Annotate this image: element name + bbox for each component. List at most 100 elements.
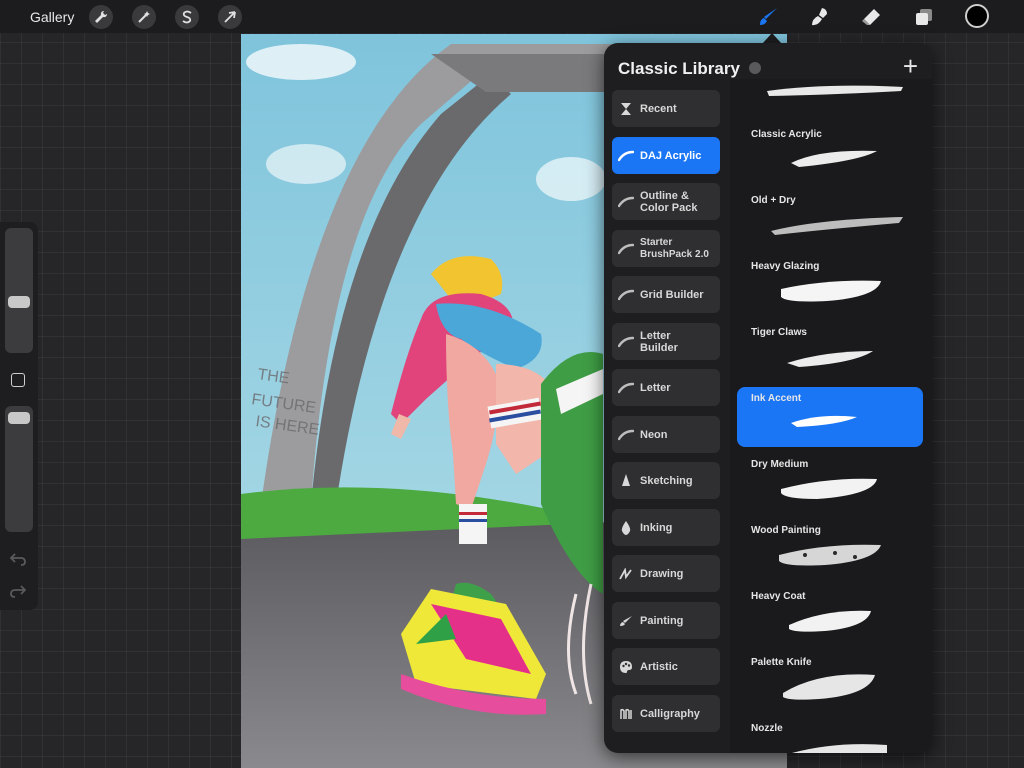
brush-size-thumb[interactable] xyxy=(8,296,30,308)
eraser-icon xyxy=(862,9,880,25)
set-label: Calligraphy xyxy=(640,707,700,720)
smudge-icon xyxy=(812,8,827,26)
color-swatch[interactable] xyxy=(965,4,989,28)
selection-button[interactable] xyxy=(175,5,199,29)
brush-stroke-icon xyxy=(618,196,634,207)
modify-button[interactable] xyxy=(11,373,25,387)
brush-stroke-preview xyxy=(771,217,903,235)
brush-stroke-icon xyxy=(618,243,634,254)
set-label: Sketching xyxy=(640,474,693,487)
set-label: Letter Builder xyxy=(640,329,678,354)
brush-name: Wood Painting xyxy=(751,525,821,536)
set-label: Letter xyxy=(640,381,671,394)
brush-stroke-preview xyxy=(787,351,873,367)
brush-stroke-preview xyxy=(783,674,875,700)
set-label: Grid Builder xyxy=(640,288,704,301)
set-label: Painting xyxy=(640,614,684,627)
set-item-sketching[interactable]: Sketching xyxy=(612,462,720,499)
magic-wand-icon xyxy=(138,11,150,23)
undo-button[interactable] xyxy=(9,552,26,570)
transform-button[interactable] xyxy=(218,5,242,29)
brush-item-palette-knife[interactable]: Palette Knife xyxy=(737,651,923,711)
ink-drop-icon xyxy=(621,520,631,535)
set-item-daj-acrylic[interactable]: DAJ Acrylic xyxy=(612,137,720,174)
brush-tool-button[interactable] xyxy=(755,4,781,30)
layers-icon xyxy=(916,9,932,25)
wrench-icon xyxy=(95,10,108,23)
arrow-cursor-icon xyxy=(224,11,236,23)
eraser-tool-button[interactable] xyxy=(858,4,884,30)
redo-icon xyxy=(10,585,27,598)
set-item-outline-color-pack[interactable]: Outline & Color Pack xyxy=(612,183,720,220)
palette-icon xyxy=(620,660,632,673)
opacity-slider[interactable] xyxy=(5,406,33,532)
brush-stroke-icon xyxy=(618,429,634,440)
set-label: Starter BrushPack 2.0 xyxy=(640,236,709,260)
brush-item-dry-medium[interactable]: Dry Medium xyxy=(737,453,923,513)
brush-name: Classic Acrylic xyxy=(751,129,822,140)
brush-name: Ink Accent xyxy=(751,393,802,404)
hourglass-icon xyxy=(621,102,631,115)
brush-library-panel: Classic Library + Recent DAJ Acrylic Out… xyxy=(604,43,932,753)
set-item-painting[interactable]: Painting xyxy=(612,602,720,639)
set-label: Artistic xyxy=(640,660,678,673)
set-item-letter-builder[interactable]: Letter Builder xyxy=(612,323,720,360)
brush-stroke-preview xyxy=(767,85,903,96)
set-item-calligraphy[interactable]: Calligraphy xyxy=(612,695,720,732)
brush-item-old-dry[interactable]: Old + Dry xyxy=(737,189,923,249)
set-label: Outline & Color Pack xyxy=(640,189,698,214)
brush-name: Palette Knife xyxy=(751,657,812,668)
brush-item[interactable] xyxy=(737,57,923,117)
brush-item-heavy-coat[interactable]: Heavy Coat xyxy=(737,585,923,645)
brush-name: Heavy Glazing xyxy=(751,261,820,272)
set-label: Recent xyxy=(640,102,677,115)
paint-brush-icon xyxy=(620,615,632,626)
brush-stroke-preview xyxy=(791,150,877,167)
actions-button[interactable] xyxy=(89,5,113,29)
brush-stroke-preview xyxy=(781,280,881,302)
set-item-drawing[interactable]: Drawing xyxy=(612,555,720,592)
brush-item-tiger-claws[interactable]: Tiger Claws xyxy=(737,321,923,381)
brushes-list: Classic Acrylic Old + Dry Heavy Glazing … xyxy=(730,79,932,753)
brush-item-wood-painting[interactable]: Wood Painting xyxy=(737,519,923,579)
brush-item-classic-acrylic[interactable]: Classic Acrylic xyxy=(737,123,923,183)
brush-name: Tiger Claws xyxy=(751,327,807,338)
set-label: Drawing xyxy=(640,567,684,580)
brush-stroke-icon xyxy=(618,336,634,347)
library-title: Classic Library xyxy=(618,59,740,78)
brush-name: Nozzle xyxy=(751,723,783,734)
squiggle-icon xyxy=(619,567,632,579)
set-item-neon[interactable]: Neon xyxy=(612,416,720,453)
redo-button[interactable] xyxy=(10,584,27,602)
pencil-tip-icon xyxy=(622,473,630,486)
set-item-artistic[interactable]: Artistic xyxy=(612,648,720,685)
brush-item-heavy-glazing[interactable]: Heavy Glazing xyxy=(737,255,923,315)
set-item-grid-builder[interactable]: Grid Builder xyxy=(612,276,720,313)
set-label: Inking xyxy=(640,521,673,534)
set-label: Neon xyxy=(640,428,668,441)
undo-icon xyxy=(9,553,26,566)
layers-button[interactable] xyxy=(911,4,937,30)
selection-s-icon xyxy=(182,10,192,24)
brush-name: Old + Dry xyxy=(751,195,796,206)
gallery-button[interactable]: Gallery xyxy=(30,9,74,25)
opacity-thumb[interactable] xyxy=(8,412,30,424)
adjustments-button[interactable] xyxy=(132,5,156,29)
brush-stroke-icon xyxy=(618,150,634,161)
brush-item-ink-accent[interactable]: Ink Accent xyxy=(737,387,923,447)
set-item-recent[interactable]: Recent xyxy=(612,90,720,127)
set-item-letter[interactable]: Letter xyxy=(612,369,720,406)
brush-item-nozzle[interactable]: Nozzle xyxy=(737,717,923,753)
brush-name: Heavy Coat xyxy=(751,591,806,602)
brush-stroke-preview xyxy=(781,478,877,499)
brush-stroke-preview xyxy=(791,415,857,427)
calligraphy-icon xyxy=(620,708,632,719)
brush-name: Dry Medium xyxy=(751,459,809,470)
set-item-inking[interactable]: Inking xyxy=(612,509,720,546)
brush-stroke-icon xyxy=(618,289,634,300)
brush-stroke-preview xyxy=(792,744,887,753)
smudge-tool-button[interactable] xyxy=(806,4,832,30)
set-item-starter-brushpack[interactable]: Starter BrushPack 2.0 xyxy=(612,230,720,267)
brush-size-slider[interactable] xyxy=(5,228,33,353)
side-slider-panel xyxy=(0,222,38,610)
